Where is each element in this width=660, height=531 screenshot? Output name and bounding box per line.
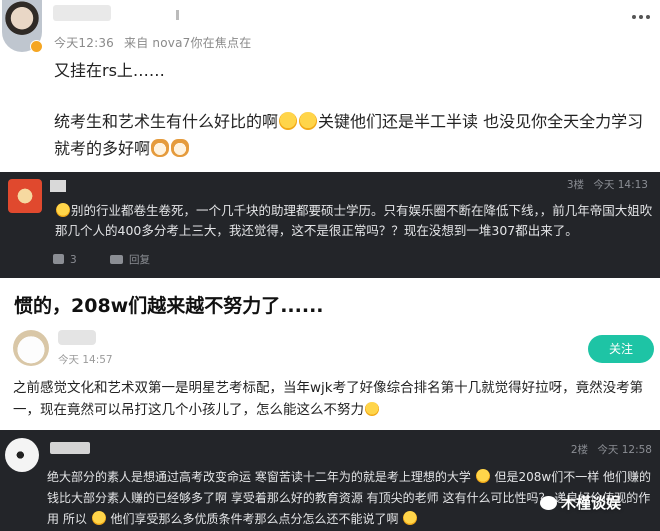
- reply-floor-info: 3楼 今天 14:13: [561, 177, 648, 192]
- reply2-user-name-redacted[interactable]: [50, 442, 90, 454]
- crying-emoji-icon: [56, 203, 70, 217]
- reply2-floor-info: 2楼 今天 12:58: [565, 442, 652, 457]
- more-options-icon[interactable]: [632, 4, 654, 19]
- reply-avatar[interactable]: [8, 179, 42, 213]
- reply2-text-part1: 绝大部分的素人是想通过高考改变命运 寒窗苦读十二年为的就是考上理想的大学: [47, 470, 471, 484]
- name-redaction-mark: [176, 10, 179, 20]
- poster-avatar[interactable]: [13, 330, 49, 366]
- reply-label: 回复: [129, 254, 151, 266]
- grin-emoji-icon: [365, 402, 379, 416]
- wechat-icon: [540, 496, 557, 510]
- reply2-time: 今天 12:58: [597, 444, 652, 456]
- post-body-part1: 统考生和艺术生有什么好比的啊: [54, 112, 279, 131]
- reply2-floor: 2楼: [570, 444, 589, 456]
- reply-floor: 3楼: [566, 179, 585, 191]
- post-body: 统考生和艺术生有什么好比的啊 关键他们还是半工半读 也没见你全天全力学习就考的多好…: [54, 108, 654, 162]
- post-source: 来自 nova7你在焦点在: [124, 36, 252, 50]
- reply2-text-part4: 他们享受那么多优质条件考那么点分怎么还不能说了啊: [110, 512, 399, 526]
- post-time: 今天12:36: [54, 36, 114, 50]
- reply-text: 别的行业都卷生卷死，一个几千块的助理都要硕士学历。只有娱乐圈不断在降低下线，，前…: [55, 201, 653, 241]
- laugh-cry-emoji-icon: [279, 112, 298, 130]
- reply-text-content: 别的行业都卷生卷死，一个几千块的助理都要硕士学历。只有娱乐圈不断在降低下线，，前…: [55, 203, 653, 238]
- forum-reply: 3楼 今天 14:13 别的行业都卷生卷死，一个几千块的助理都要硕士学历。只有娱…: [0, 172, 660, 278]
- laugh-cry-emoji-icon: [299, 112, 318, 130]
- poster-name-redacted[interactable]: [58, 330, 96, 345]
- grin-emoji-icon: [91, 511, 106, 525]
- reply-button[interactable]: 回复: [110, 252, 150, 267]
- headline-post: 惯的，208w们越来越不努力了...... 今天 14:57 关注 之前感觉文化…: [0, 278, 660, 430]
- weibo-post: 今天12:36 来自 nova7你在焦点在 又挂在rs上…… 统考生和艺术生有什…: [0, 0, 660, 172]
- cat-emoji-icon: [171, 139, 190, 157]
- user-name-redacted[interactable]: [53, 5, 111, 21]
- poster-time: 今天 14:57: [58, 354, 113, 366]
- follow-button[interactable]: 关注: [588, 335, 654, 363]
- post2-text: 之前感觉文化和艺术双第一是明星艺考标配，当年wjk考了好像综合排名第十几就觉得好…: [13, 377, 655, 421]
- forum-reply-2: 2楼 今天 12:58 绝大部分的素人是想通过高考改变命运 寒窗苦读十二年为的就…: [0, 430, 660, 531]
- headline-title: 惯的，208w们越来越不努力了......: [14, 295, 324, 317]
- reply-time: 今天 14:13: [593, 179, 648, 191]
- reply-actions: 3 回复: [53, 252, 180, 267]
- comment-icon: [110, 255, 124, 264]
- thumbs-up-icon: [53, 254, 64, 264]
- reply-user-name-redacted[interactable]: [50, 180, 66, 192]
- like-button[interactable]: 3: [53, 254, 77, 266]
- watermark-text: 木槿谈娱: [561, 494, 622, 512]
- verified-badge-icon: [30, 40, 43, 53]
- cat-emoji-icon: [151, 139, 170, 157]
- like-count: 3: [70, 254, 77, 266]
- reply2-avatar[interactable]: [5, 438, 39, 472]
- post-first-line: 又挂在rs上……: [54, 61, 165, 80]
- grin-emoji-icon: [403, 511, 418, 525]
- grin-emoji-icon: [475, 469, 490, 483]
- post2-text-content: 之前感觉文化和艺术双第一是明星艺考标配，当年wjk考了好像综合排名第十几就觉得好…: [13, 380, 644, 418]
- post-meta: 今天12:36 来自 nova7你在焦点在: [54, 34, 257, 51]
- watermark: 木槿谈娱: [540, 492, 621, 513]
